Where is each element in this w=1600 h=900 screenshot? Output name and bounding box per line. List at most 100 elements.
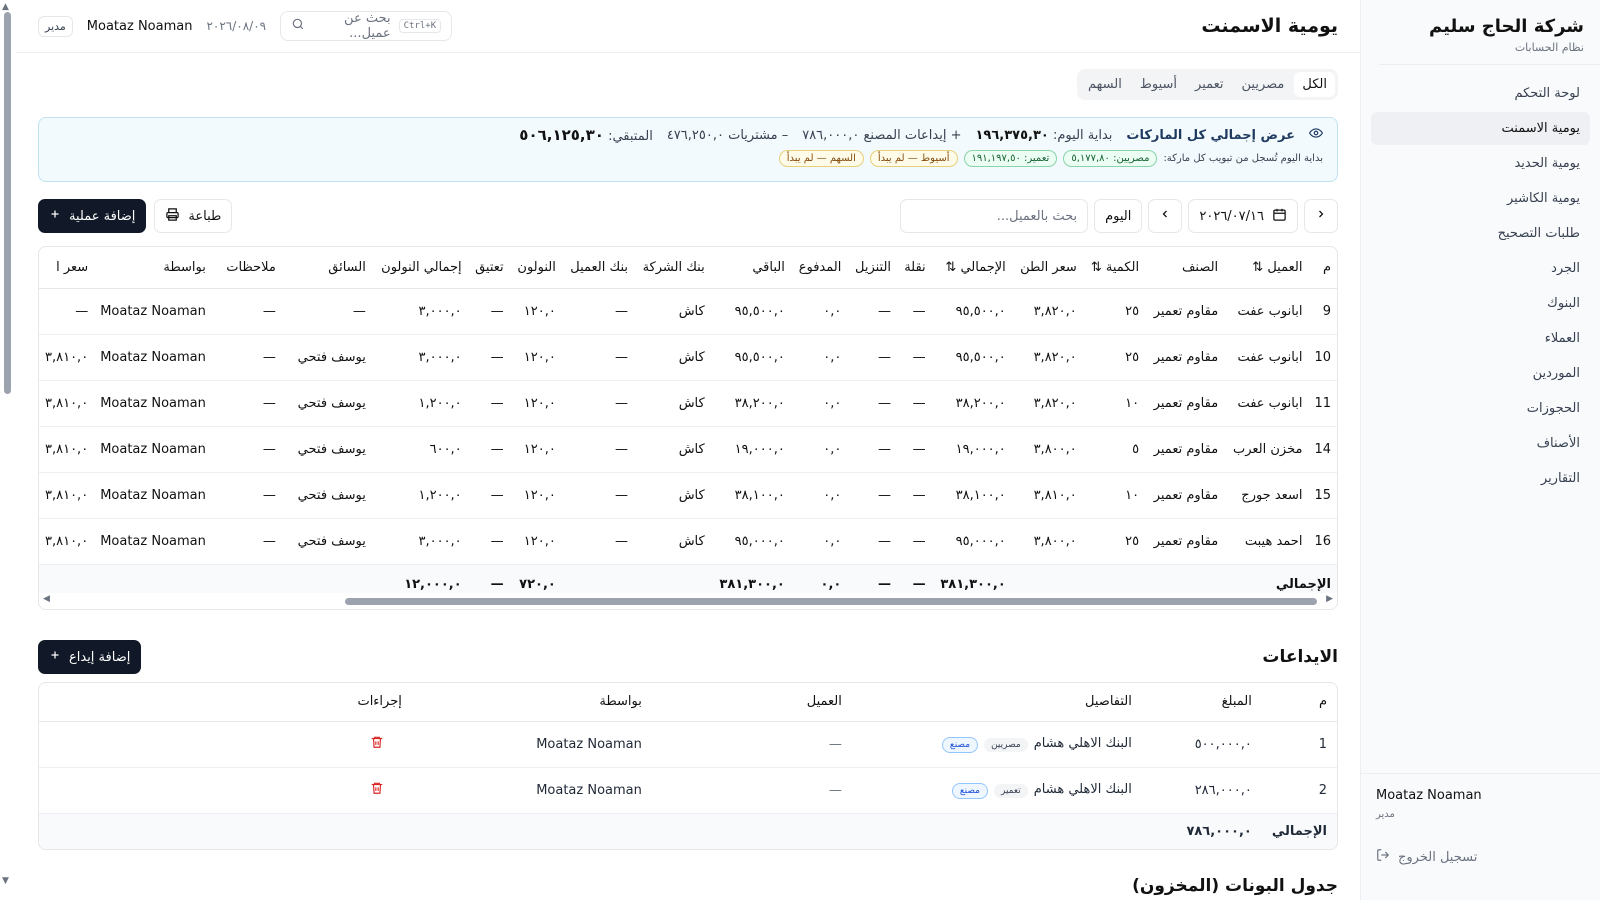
sidebar-item-clients[interactable]: العملاء xyxy=(1371,322,1590,355)
cell-client: مخزن العرب xyxy=(1224,426,1309,473)
table-row[interactable]: 11 ابانوب عفت مقاوم تعمير ١٠ ٣,٨٢٠,٠ ٣٨,٢٠٠,٠… xyxy=(39,380,1337,427)
cell-notes: — xyxy=(211,472,282,519)
table-row[interactable]: 2 ٢٨٦,٠٠٠,٠ البنك الاهلي هشام تعمير مصنع — Moa… xyxy=(39,767,1337,814)
cell-tanzeel: — xyxy=(847,426,898,473)
topbar-date: ٢٠٢٦/٠٨/٠٩ xyxy=(206,19,267,33)
cell-client-bank: — xyxy=(561,288,635,335)
col-header-total[interactable]: الإجمالي ⇅ xyxy=(931,247,1012,289)
main-content: يومية الاسمنت مدير Moataz Noaman ٢٠٢٦/٠٨… xyxy=(16,0,1360,900)
add-deposit-button[interactable]: إضافة إيداع xyxy=(38,640,142,674)
cell-driver: يوسف فتحي xyxy=(281,472,372,519)
table-row[interactable]: 1 ٥٠٠,٠٠٠,٠ البنك الاهلي هشام مصريين مصنع — Mo… xyxy=(39,721,1337,768)
table-hscrollbar[interactable]: ▶ ◀ xyxy=(39,593,1337,609)
sidebar-item-items[interactable]: الأصناف xyxy=(1371,427,1590,460)
sidebar-item-reservations[interactable]: الحجوزات xyxy=(1371,392,1590,425)
scroll-down-icon[interactable]: ▼ xyxy=(2,876,9,886)
cell-paid: ٠,٠ xyxy=(790,334,848,381)
sidebar-item-inventory[interactable]: الجرد xyxy=(1371,252,1590,285)
next-day-button[interactable] xyxy=(1304,199,1338,233)
sidebar-item-dashboard[interactable]: لوحة التحكم xyxy=(1371,77,1590,110)
table-row[interactable]: 15 اسعد جورج مقاوم تعمير ١٠ ٣,٨١٠,٠ ٣٨,١٠٠,٠—… xyxy=(39,472,1337,519)
today-button[interactable]: اليوم xyxy=(1094,199,1143,233)
client-filter-input[interactable]: بحث بالعميل... xyxy=(900,199,1089,233)
sidebar-item-reports[interactable]: التقارير xyxy=(1371,462,1590,495)
date-value: ٢٠٢٦/٠٧/١٦ xyxy=(1199,208,1264,224)
client-search-box[interactable]: بحث عن عميل... Ctrl+K xyxy=(280,11,453,41)
dep-cell-details: البنك الاهلي هشام مصريين مصنع xyxy=(851,721,1142,768)
brand-chip-alsahm: السهم — لم يبدأ xyxy=(778,150,864,167)
sort-icon[interactable]: ⇅ xyxy=(1091,260,1102,275)
tab-all[interactable]: الكل xyxy=(1294,72,1335,97)
table-row[interactable]: 10 ابانوب عفت مقاوم تعمير ٢٥ ٣,٨٢٠,٠ ٩٥,٥٠٠,٠… xyxy=(39,334,1337,381)
cell-nawlon: ١٢٠,٠ xyxy=(509,334,562,381)
sidebar-item-suppliers[interactable]: الموردين xyxy=(1371,357,1590,390)
deposits-header-row: م المبلغ التفاصيل العميل بواسطة إجراءات xyxy=(39,683,1337,722)
topbar-user-name: Moataz Noaman xyxy=(86,18,193,34)
cell-by: Moataz Noaman xyxy=(94,472,212,519)
sort-icon[interactable]: ⇅ xyxy=(1252,260,1263,275)
scroll-left-icon[interactable]: ◀ xyxy=(43,594,50,604)
page-scrollbar[interactable]: ▲ ▼ xyxy=(0,0,16,900)
sidebar-item-iron-daily[interactable]: يومية الحديد xyxy=(1371,147,1590,180)
page-scroll-thumb[interactable] xyxy=(4,12,11,394)
cell-nawlon: ١٢٠,٠ xyxy=(509,518,562,565)
cell-paid: ٠,٠ xyxy=(790,426,848,473)
sidebar-item-banks[interactable]: البنوك xyxy=(1371,287,1590,320)
add-operation-button[interactable]: إضافة عملية xyxy=(38,199,147,233)
trash-icon[interactable] xyxy=(370,735,384,753)
operations-table-container[interactable]: م العميل ⇅ الصنف الكمية ⇅ سعر الطن الإجم… xyxy=(38,246,1338,610)
sort-icon[interactable]: ⇅ xyxy=(945,260,956,275)
table-row[interactable]: 14 مخزن العرب مقاوم تعمير ٥ ٣,٨٠٠,٠ ١٩,٠٠٠,٠—… xyxy=(39,426,1337,473)
cell-client: احمد هيبت xyxy=(1224,518,1309,565)
cell-naqla: — xyxy=(897,288,932,335)
cell-item: مقاوم تعمير xyxy=(1145,518,1225,565)
col-header-total-label: الإجمالي xyxy=(960,259,1006,275)
sidebar-user-role: مدير xyxy=(1376,809,1395,820)
date-picker[interactable]: ٢٠٢٦/٠٧/١٦ xyxy=(1188,199,1298,233)
col-header-nawlon: النولون xyxy=(509,247,562,289)
tab-assiut[interactable]: أسيوط xyxy=(1132,72,1185,97)
cell-client: ابانوب عفت xyxy=(1224,334,1309,381)
dep-cell-actions xyxy=(39,767,412,814)
logout-icon xyxy=(1376,848,1390,866)
tab-alsahm[interactable]: السهم xyxy=(1080,72,1130,97)
summary-row: عرض إجمالي كل الماركات بداية اليوم: ١٩٦,… xyxy=(53,126,1324,144)
tab-masryeen[interactable]: مصريين xyxy=(1234,72,1293,97)
cell-taateeq: — xyxy=(467,380,510,427)
tab-taamir[interactable]: تعمير xyxy=(1187,72,1232,97)
dep-cell-by: Moataz Noaman xyxy=(411,721,652,768)
sidebar-item-correction-requests[interactable]: طلبات التصحيح xyxy=(1371,217,1590,250)
summary-purchases: – مشتريات ٤٧٦,٢٥٠,٠ xyxy=(666,127,789,143)
prev-day-button[interactable] xyxy=(1148,199,1183,233)
cell-paid: ٠,٠ xyxy=(790,518,848,565)
search-input[interactable]: بحث عن عميل... xyxy=(313,11,391,41)
source-badge: مصنع xyxy=(941,736,979,753)
sidebar-nav: لوحة التحكم يومية الاسمنت يومية الحديد ي… xyxy=(1361,65,1600,509)
cell-item: مقاوم تعمير xyxy=(1145,472,1225,519)
add-operation-label: إضافة عملية xyxy=(69,208,136,224)
summary-note: بداية اليوم تُسجل من تبويب كل ماركة: xyxy=(1163,153,1323,164)
scroll-right-icon[interactable]: ▶ xyxy=(1326,594,1333,604)
table-row[interactable]: 16 احمد هيبت مقاوم تعمير ٢٥ ٣,٨٠٠,٠ ٩٥,٠٠٠,٠—… xyxy=(39,518,1337,565)
col-header-notes: ملاحظات xyxy=(211,247,282,289)
scroll-up-icon[interactable]: ▲ xyxy=(2,2,9,12)
cell-remaining: ٩٥,٥٠٠,٠ xyxy=(710,334,791,381)
logout-button[interactable]: تسجيل الخروج xyxy=(1376,848,1584,866)
sidebar-item-cement-daily[interactable]: يومية الاسمنت xyxy=(1371,112,1590,145)
sidebar-item-cashier-daily[interactable]: يومية الكاشير xyxy=(1371,182,1590,215)
operations-body: 9 ابانوب عفت مقاوم تعمير ٢٥ ٣,٨٢٠,٠ ٩٥,٥٠٠,٠—… xyxy=(39,288,1337,565)
table-hscroll-thumb[interactable] xyxy=(345,598,1317,605)
col-header-client[interactable]: العميل ⇅ xyxy=(1224,247,1309,289)
cell-naqla: — xyxy=(897,518,932,565)
col-header-qty[interactable]: الكمية ⇅ xyxy=(1082,247,1146,289)
col-header-item: الصنف xyxy=(1145,247,1225,289)
cell-nawlon-total: ٦٠٠,٠ xyxy=(371,426,468,473)
print-button[interactable]: طباعة xyxy=(154,199,233,233)
cell-company-bank: كاش xyxy=(634,334,711,381)
cell-item: مقاوم تعمير xyxy=(1145,426,1225,473)
cell-total: ٣٨,١٠٠,٠ xyxy=(931,472,1012,519)
trash-icon[interactable] xyxy=(370,781,384,799)
table-row[interactable]: 9 ابانوب عفت مقاوم تعمير ٢٥ ٣,٨٢٠,٠ ٩٥,٥٠٠,٠—… xyxy=(39,288,1337,335)
ops-actions: إضافة عملية طباعة xyxy=(38,199,233,233)
col-header-taateeq: تعتيق xyxy=(467,247,510,289)
